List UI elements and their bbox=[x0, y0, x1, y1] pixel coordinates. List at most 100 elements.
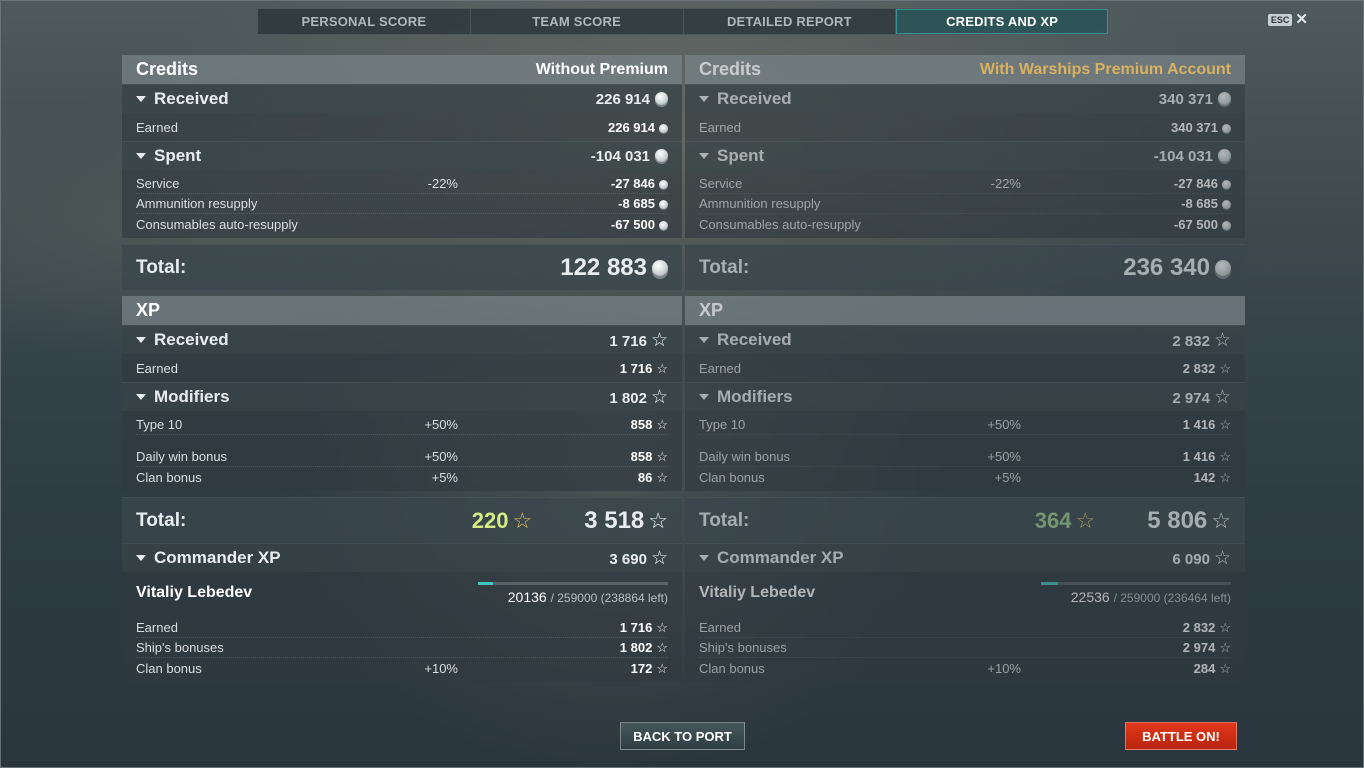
section-label: Commander XP bbox=[717, 548, 844, 567]
triangle-down-icon bbox=[699, 337, 709, 343]
star-icon: ☆ bbox=[656, 660, 668, 676]
list-item: Daily win bonus +50% 858 ☆ bbox=[136, 447, 668, 467]
star-icon: ☆ bbox=[1213, 547, 1231, 569]
value-text: -104 031 bbox=[590, 147, 650, 165]
triangle-down-icon bbox=[136, 96, 146, 102]
credits-total: Total: 122 883 bbox=[122, 244, 682, 290]
credits-spent-section[interactable]: Spent -104 031 bbox=[685, 141, 1245, 170]
row-amount: -8 685 bbox=[458, 196, 668, 211]
star-icon: ☆ bbox=[1219, 660, 1231, 676]
value-text: 364 bbox=[1034, 507, 1072, 533]
silver-coin-icon bbox=[659, 180, 668, 189]
value-text: 2 832 bbox=[1182, 620, 1216, 635]
silver-coin-icon bbox=[1222, 123, 1231, 133]
value-text: 6 090 bbox=[1172, 550, 1210, 568]
value-text: 1 416 bbox=[1182, 417, 1216, 432]
commander-xp-value: 6 090 ☆ bbox=[1172, 549, 1231, 568]
total-label: Total: bbox=[699, 509, 750, 531]
row-pct: +50% bbox=[987, 417, 1021, 432]
row-amount: -67 500 bbox=[1021, 217, 1231, 232]
value-text: 122 883 bbox=[560, 253, 647, 281]
tab-personal-score[interactable]: PERSONAL SCORE bbox=[258, 9, 471, 34]
xp-modifiers-section[interactable]: Modifiers 1 802 ☆ bbox=[122, 382, 682, 411]
star-icon: ☆ bbox=[1219, 360, 1231, 376]
value-text: 2 832 bbox=[1172, 332, 1210, 350]
commander-xp-section[interactable]: Commander XP 3 690 ☆ bbox=[122, 543, 682, 572]
xp-modifiers-rows: Type 10 +50% 1 416 ☆ Daily win bonus +50%… bbox=[685, 411, 1245, 491]
tab-detailed-report[interactable]: DETAILED REPORT bbox=[684, 9, 897, 34]
panel-subtitle: Without Premium bbox=[535, 60, 668, 78]
value-text: -27 846 bbox=[610, 176, 655, 191]
credits-received-section[interactable]: Received 226 914 bbox=[122, 84, 682, 113]
tab-credits-and-xp[interactable]: CREDITS AND XP bbox=[896, 9, 1108, 34]
progress-text: 20136 / 259000 (238864 left) bbox=[478, 589, 668, 605]
value-text: 236 340 bbox=[1123, 253, 1210, 281]
panel-without-premium: Credits Without Premium Received 226 914… bbox=[122, 55, 682, 699]
silver-coin-icon bbox=[655, 148, 668, 162]
row-amount: 1 716 ☆ bbox=[458, 361, 668, 376]
row-label: Clan bonus bbox=[699, 660, 765, 676]
triangle-down-icon bbox=[136, 394, 146, 400]
value-text: 3 690 bbox=[609, 550, 647, 568]
row-amount: 340 371 bbox=[1021, 120, 1231, 135]
value-text: 2 974 bbox=[1172, 389, 1210, 407]
credits-spent-rows: Service -22% -27 846 Ammunition resupply… bbox=[122, 170, 682, 238]
row-label: Earned bbox=[136, 620, 178, 635]
silver-coin-icon bbox=[659, 123, 668, 133]
row-label: Ship's bonuses bbox=[136, 640, 224, 655]
row-label: Ship's bonuses bbox=[699, 640, 787, 655]
list-item: Clan bonus +5% 86 ☆ bbox=[136, 467, 668, 487]
battle-button[interactable]: BATTLE ON! bbox=[1125, 722, 1237, 750]
row-label: Clan bonus bbox=[136, 469, 202, 485]
silver-coin-icon bbox=[659, 220, 668, 230]
credits-received-section[interactable]: Received 340 371 bbox=[685, 84, 1245, 113]
section-label: Modifiers bbox=[717, 387, 793, 406]
value-text: -104 031 bbox=[1153, 147, 1213, 165]
list-item: Ship's bonuses 1 802 ☆ bbox=[136, 638, 668, 658]
row-amount: 1 416 ☆ bbox=[1021, 417, 1231, 432]
xp-received-section[interactable]: Received 1 716 ☆ bbox=[122, 325, 682, 354]
close-control[interactable]: ESC ✕ bbox=[1267, 12, 1308, 27]
xp-received-section[interactable]: Received 2 832 ☆ bbox=[685, 325, 1245, 354]
row-label: Service bbox=[136, 176, 180, 191]
star-icon: ☆ bbox=[1219, 620, 1231, 635]
xp-total-value: 3 518 ☆ bbox=[584, 507, 668, 535]
section-label: Spent bbox=[154, 146, 202, 165]
triangle-down-icon bbox=[136, 337, 146, 343]
credits-spent-section[interactable]: Spent -104 031 bbox=[122, 141, 682, 170]
xp-bonus-value: 364 ☆ bbox=[1035, 508, 1095, 534]
row-amount: 858 ☆ bbox=[458, 449, 668, 464]
list-item: Ship's bonuses 2 974 ☆ bbox=[699, 638, 1231, 658]
value-text: 86 bbox=[637, 469, 653, 485]
tab-team-score[interactable]: TEAM SCORE bbox=[471, 9, 684, 34]
star-icon: ☆ bbox=[1213, 386, 1231, 408]
value-text: -67 500 bbox=[1173, 216, 1218, 232]
back-to-port-button[interactable]: BACK TO PORT bbox=[620, 722, 745, 750]
commander-xp-section[interactable]: Commander XP 6 090 ☆ bbox=[685, 543, 1245, 572]
commander-row: Vitaliy Lebedev 22536 / 259000 (236464 l… bbox=[685, 572, 1245, 614]
row-amount: 1 416 ☆ bbox=[1021, 449, 1231, 464]
star-icon: ☆ bbox=[650, 386, 668, 408]
commander-name: Vitaliy Lebedev bbox=[136, 584, 253, 601]
xp-received-rows: Earned 2 832 ☆ bbox=[685, 354, 1245, 382]
row-label: Clan bonus bbox=[136, 660, 202, 676]
xp-modifiers-section[interactable]: Modifiers 2 974 ☆ bbox=[685, 382, 1245, 411]
close-icon[interactable]: ✕ bbox=[1295, 12, 1308, 27]
credits-total-value: 236 340 bbox=[1123, 254, 1231, 282]
triangle-down-icon bbox=[699, 153, 709, 159]
section-label: Received bbox=[154, 89, 229, 108]
value-text: -8 685 bbox=[618, 196, 655, 211]
xp-title: XP bbox=[699, 300, 724, 320]
section-label: Received bbox=[717, 330, 792, 349]
esc-key-hint: ESC bbox=[1267, 13, 1293, 26]
credits-header: Credits Without Premium bbox=[122, 55, 682, 84]
triangle-down-icon bbox=[136, 153, 146, 159]
section-label: Modifiers bbox=[154, 387, 230, 406]
list-item: Type 10 +50% 858 ☆ bbox=[136, 415, 668, 435]
value-text: 220 bbox=[471, 507, 509, 533]
section-label: Spent bbox=[717, 146, 765, 165]
row-amount: 172 ☆ bbox=[458, 661, 668, 676]
star-icon: ☆ bbox=[1211, 507, 1231, 533]
row-pct: +50% bbox=[424, 449, 458, 464]
progress-text: 22536 / 259000 (236464 left) bbox=[1041, 589, 1231, 605]
